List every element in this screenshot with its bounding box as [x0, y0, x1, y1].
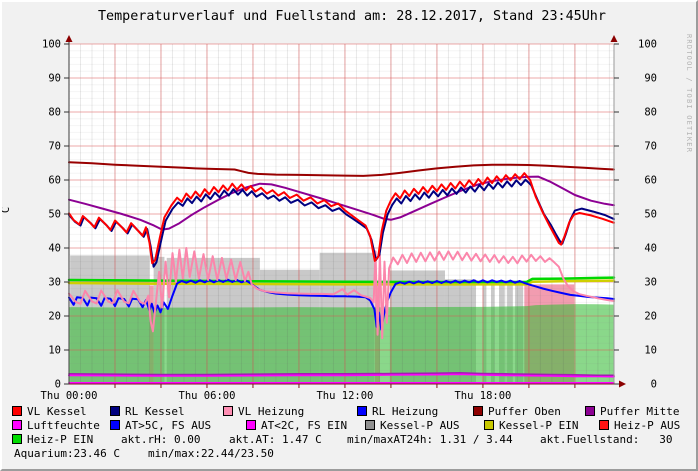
- svg-text:70: 70: [48, 141, 61, 153]
- svg-text:30: 30: [644, 277, 657, 289]
- svg-text:0: 0: [651, 379, 657, 391]
- stat-aquarium-temp: Aquarium:23.46 C: [14, 448, 120, 459]
- svg-text:20: 20: [644, 311, 657, 323]
- svg-text:30: 30: [48, 277, 61, 289]
- svg-text:Thu 18:00: Thu 18:00: [454, 390, 511, 402]
- legend-heiz-p-aus: Heiz-P AUS: [599, 420, 680, 431]
- legend-rl-heizung: RL Heizung: [357, 406, 438, 417]
- stat-akt-fuellstand: akt.Fuellstand: 30: [540, 434, 672, 445]
- svg-text:80: 80: [644, 107, 657, 119]
- stat-akt-at-label: akt.AT: 1.47 C: [229, 433, 322, 446]
- legend-rl-kessel-label: RL Kessel: [125, 405, 185, 418]
- svg-text:100: 100: [638, 39, 657, 51]
- legend-vl-heizung-label: VL Heizung: [238, 405, 304, 418]
- rrd-graph-panel: Temperaturverlauf und Fuellstand am: 28.…: [0, 0, 698, 471]
- svg-text:40: 40: [48, 243, 61, 255]
- svg-text:0: 0: [55, 379, 61, 391]
- legend-puffer-mitte-label: Puffer Mitte: [600, 405, 679, 418]
- legend-luftfeuchte: Luftfeuchte: [12, 420, 100, 431]
- legend-vl-heizung: VL Heizung: [223, 406, 304, 417]
- legend-kessel-p-ein-swatch: [484, 420, 494, 430]
- legend-luftfeuchte-label: Luftfeuchte: [27, 419, 100, 432]
- svg-text:50: 50: [48, 209, 61, 221]
- legend-heiz-p-aus-swatch: [599, 420, 609, 430]
- legend-rl-heizung-swatch: [357, 406, 367, 416]
- svg-text:Thu 12:00: Thu 12:00: [316, 390, 373, 402]
- svg-text:60: 60: [48, 175, 61, 187]
- legend-vl-heizung-swatch: [223, 406, 233, 416]
- svg-text:10: 10: [48, 345, 61, 357]
- legend-puffer-oben-label: Puffer Oben: [488, 405, 561, 418]
- legend-kessel-p-aus: Kessel-P AUS: [365, 420, 459, 431]
- legend-vl-kessel-label: VL Kessel: [27, 405, 87, 418]
- legend-puffer-mitte: Puffer Mitte: [585, 406, 679, 417]
- legend-rl-heizung-label: RL Heizung: [372, 405, 438, 418]
- legend-at-5c-fs-aus: AT>5C, FS AUS: [110, 420, 211, 431]
- svg-text:80: 80: [48, 107, 61, 119]
- legend-puffer-mitte-swatch: [585, 406, 595, 416]
- legend-heiz-p-ein-label: Heiz-P EIN: [27, 433, 93, 446]
- legend-heiz-p-ein: Heiz-P EIN: [12, 434, 93, 445]
- legend-rl-kessel-swatch: [110, 406, 120, 416]
- svg-text:Thu 06:00: Thu 06:00: [179, 390, 236, 402]
- svg-text:50: 50: [644, 209, 657, 221]
- legend-heiz-p-aus-label: Heiz-P AUS: [614, 419, 680, 432]
- legend-at-2c-fs-ein-label: AT<2C, FS EIN: [261, 419, 347, 432]
- stat-akt-rh: akt.rH: 0.00: [121, 434, 200, 445]
- legend-puffer-oben-swatch: [473, 406, 483, 416]
- legend-rl-kessel: RL Kessel: [110, 406, 185, 417]
- stat-aquarium-temp-label: Aquarium:23.46 C: [14, 447, 120, 460]
- stat-min-max-at24h: min/maxAT24h: 1.31 / 3.44: [347, 434, 513, 445]
- svg-text:Thu 00:00: Thu 00:00: [41, 390, 98, 402]
- stat-aquarium-min-max-label: min/max:22.44/23.50: [148, 447, 274, 460]
- legend-at-5c-fs-aus-label: AT>5C, FS AUS: [125, 419, 211, 432]
- legend-at-2c-fs-ein: AT<2C, FS EIN: [246, 420, 347, 431]
- svg-text:70: 70: [644, 141, 657, 153]
- svg-text:90: 90: [644, 73, 657, 85]
- rrdtool-watermark: RRDTOOL / TOBI OETIKER: [685, 34, 693, 153]
- stat-aquarium-min-max: min/max:22.44/23.50: [148, 448, 274, 459]
- stat-akt-at: akt.AT: 1.47 C: [229, 434, 322, 445]
- legend-luftfeuchte-swatch: [12, 420, 22, 430]
- svg-text:100: 100: [42, 39, 61, 51]
- y-axis-label: C: [0, 207, 12, 213]
- legend-kessel-p-aus-swatch: [365, 420, 375, 430]
- legend-kessel-p-ein-label: Kessel-P EIN: [499, 419, 578, 432]
- stat-akt-fuellstand-label: akt.Fuellstand: 30: [540, 433, 672, 446]
- legend-at-2c-fs-ein-swatch: [246, 420, 256, 430]
- svg-text:20: 20: [48, 311, 61, 323]
- legend-vl-kessel: VL Kessel: [12, 406, 87, 417]
- legend-kessel-p-ein: Kessel-P EIN: [484, 420, 578, 431]
- stat-min-max-at24h-label: min/maxAT24h: 1.31 / 3.44: [347, 433, 513, 446]
- svg-text:60: 60: [644, 175, 657, 187]
- legend-kessel-p-aus-label: Kessel-P AUS: [380, 419, 459, 432]
- svg-text:10: 10: [644, 345, 657, 357]
- legend-vl-kessel-swatch: [12, 406, 22, 416]
- temperature-chart: 0 0 10 10 20 20 30 30 40 40 50 50 60 60 70 70 80 80 90 90 10…: [2, 2, 698, 404]
- svg-text:90: 90: [48, 73, 61, 85]
- svg-text:40: 40: [644, 243, 657, 255]
- legend-at-5c-fs-aus-swatch: [110, 420, 120, 430]
- legend-heiz-p-ein-swatch: [12, 434, 22, 444]
- stat-akt-rh-label: akt.rH: 0.00: [121, 433, 200, 446]
- legend-puffer-oben: Puffer Oben: [473, 406, 561, 417]
